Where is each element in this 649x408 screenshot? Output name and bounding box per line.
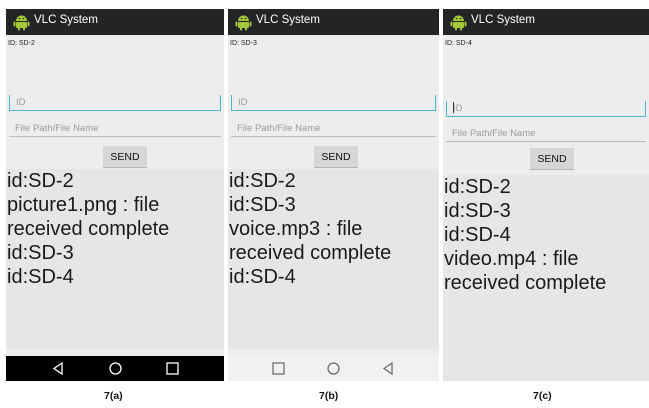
log-line: video.mp4 : file xyxy=(444,248,579,270)
id-input-placeholder: ID xyxy=(16,97,26,108)
device-id-label: ID: SD-3 xyxy=(230,40,257,47)
home-icon[interactable] xyxy=(107,360,124,377)
log-line: id:SD-2 xyxy=(7,170,74,192)
file-path-placeholder: File Path/File Name xyxy=(15,123,99,134)
id-input-placeholder: ID xyxy=(453,103,463,114)
send-button[interactable]: SEND xyxy=(314,146,358,168)
log-line: voice.mp3 : file xyxy=(229,218,363,240)
home-icon[interactable] xyxy=(325,360,342,377)
received-log: id:SD-2 id:SD-3 id:SD-4 video.mp4 : file… xyxy=(443,175,649,381)
android-icon xyxy=(450,15,467,31)
back-icon[interactable] xyxy=(50,360,67,377)
android-icon xyxy=(13,15,30,31)
file-path-input[interactable]: File Path/File Name xyxy=(446,126,646,142)
back-icon[interactable] xyxy=(380,360,397,377)
log-line: id:SD-4 xyxy=(444,224,511,246)
log-line: id:SD-3 xyxy=(444,200,511,222)
send-button[interactable]: SEND xyxy=(530,148,574,170)
file-path-input[interactable]: File Path/File Name xyxy=(231,121,436,137)
log-line: id:SD-3 xyxy=(7,242,74,264)
device-id-label: ID: SD-4 xyxy=(445,40,472,47)
send-button[interactable]: SEND xyxy=(103,146,147,168)
recents-icon[interactable] xyxy=(164,360,181,377)
android-icon xyxy=(235,15,252,31)
file-path-placeholder: File Path/File Name xyxy=(237,123,321,134)
phone-screen-a: VLC System ID: SD-2 ID File Path/File Na… xyxy=(6,9,224,381)
id-input[interactable]: ID xyxy=(9,95,221,111)
id-input-placeholder: ID xyxy=(238,97,248,108)
phone-screen-c: VLC System ID: SD-4 ID File Path/File Na… xyxy=(443,9,649,381)
log-line: picture1.png : file xyxy=(7,194,160,216)
navigation-bar xyxy=(6,356,224,381)
received-log: id:SD-2 id:SD-3 voice.mp3 : file receive… xyxy=(228,169,439,349)
log-line: id:SD-2 xyxy=(444,176,511,198)
recents-icon[interactable] xyxy=(270,360,287,377)
app-title: VLC System xyxy=(471,14,535,26)
navigation-bar xyxy=(228,356,439,381)
log-line: received complete xyxy=(444,272,607,294)
log-line: id:SD-3 xyxy=(229,194,296,216)
log-line: id:SD-2 xyxy=(229,170,296,192)
file-path-input[interactable]: File Path/File Name xyxy=(9,121,221,137)
id-input[interactable]: ID xyxy=(446,101,646,117)
log-line: id:SD-4 xyxy=(7,266,74,288)
app-title: VLC System xyxy=(34,14,98,26)
figure-caption: 7(c) xyxy=(533,390,552,402)
log-line: id:SD-4 xyxy=(229,266,296,288)
title-bar: VLC System xyxy=(6,9,224,35)
phone-screen-b: VLC System ID: SD-3 ID File Path/File Na… xyxy=(228,9,439,381)
id-input[interactable]: ID xyxy=(231,95,436,111)
received-log: id:SD-2 picture1.png : file received com… xyxy=(6,169,224,349)
app-title: VLC System xyxy=(256,14,320,26)
device-id-label: ID: SD-2 xyxy=(8,40,35,47)
figure-caption: 7(b) xyxy=(319,390,339,402)
log-line: received complete xyxy=(229,242,392,264)
title-bar: VLC System xyxy=(443,9,649,35)
log-line: received complete xyxy=(7,218,170,240)
file-path-placeholder: File Path/File Name xyxy=(452,128,536,139)
title-bar: VLC System xyxy=(228,9,439,35)
figure-caption: 7(a) xyxy=(104,390,123,402)
